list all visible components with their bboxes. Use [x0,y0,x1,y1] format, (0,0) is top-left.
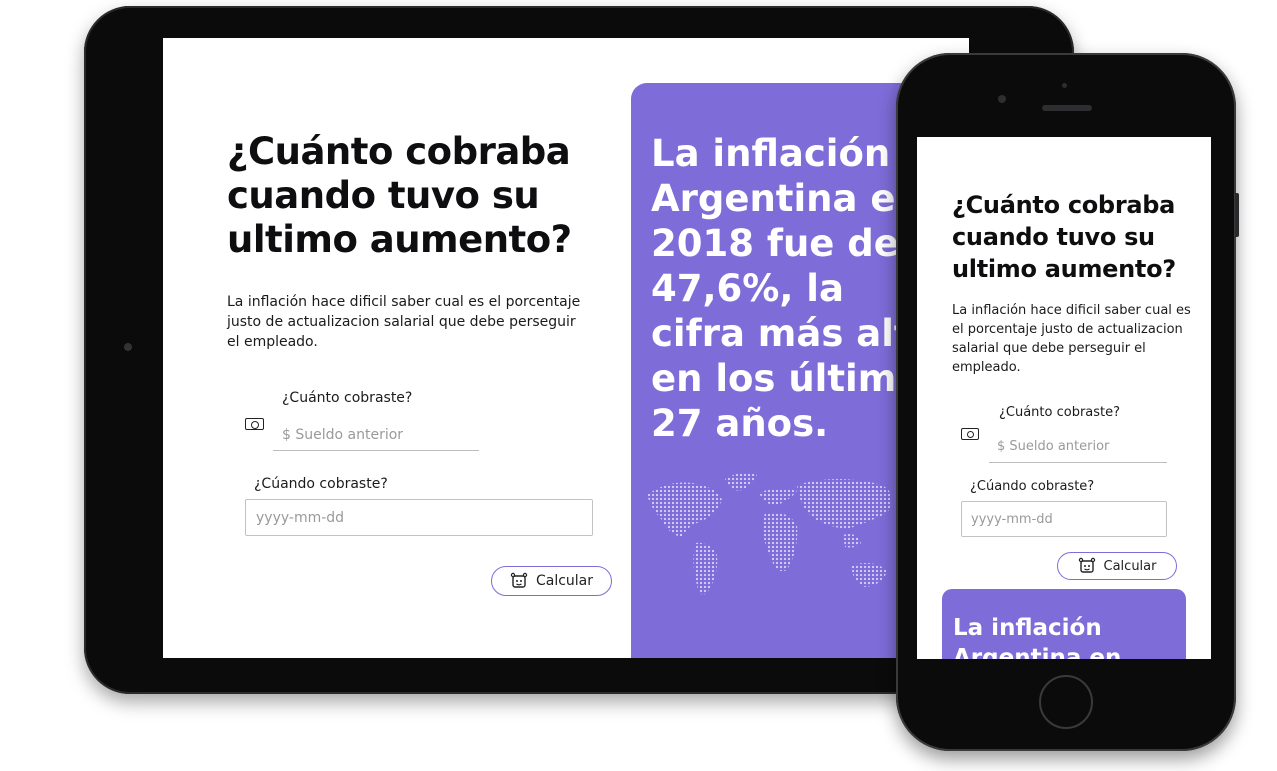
page-title: ¿Cuánto cobraba cuando tuvo su ultimo au… [227,130,572,261]
calculate-button-label: Calcular [535,573,594,589]
salary-label: ¿Cuánto cobraste? [282,390,413,406]
robot-icon [510,572,528,588]
phone-screen: ¿Cuánto cobraba cuando tuvo su ultimo au… [917,137,1211,659]
phone-camera [998,95,1006,103]
date-label: ¿Cúando cobraste? [970,479,1095,494]
date-input[interactable] [961,501,1167,537]
page-description: La inflación hace dificil saber cual es … [227,294,581,350]
calculate-button[interactable]: Calcular [491,566,612,596]
inflation-banner-text: La inflación Argentina en [953,615,1122,659]
home-button[interactable] [1039,675,1093,729]
date-label: ¿Cúando cobraste? [254,476,388,492]
salary-input[interactable] [989,431,1167,463]
calculate-button[interactable]: Calcular [1057,552,1177,580]
world-map-icon [647,472,892,595]
page-title: ¿Cuánto cobraba cuando tuvo su ultimo au… [952,191,1176,283]
page-description: La inflación hace dificil saber cual es … [952,303,1191,375]
tablet-camera [124,343,132,351]
salary-label: ¿Cuánto cobraste? [999,405,1121,420]
phone-side-button [1235,193,1239,237]
tablet-screen: ¿Cuánto cobraba cuando tuvo su ultimo au… [163,38,969,658]
phone-speaker [1042,105,1092,111]
phone-device: ¿Cuánto cobraba cuando tuvo su ultimo au… [896,53,1239,751]
salary-input[interactable] [273,419,479,451]
money-icon [245,418,264,430]
phone-sensor [1062,83,1067,88]
calculate-button-label: Calcular [1103,558,1157,574]
date-input[interactable] [245,499,593,536]
inflation-banner: La inflación Argentina en [942,589,1186,659]
robot-icon [1078,557,1095,573]
money-icon [961,428,979,440]
